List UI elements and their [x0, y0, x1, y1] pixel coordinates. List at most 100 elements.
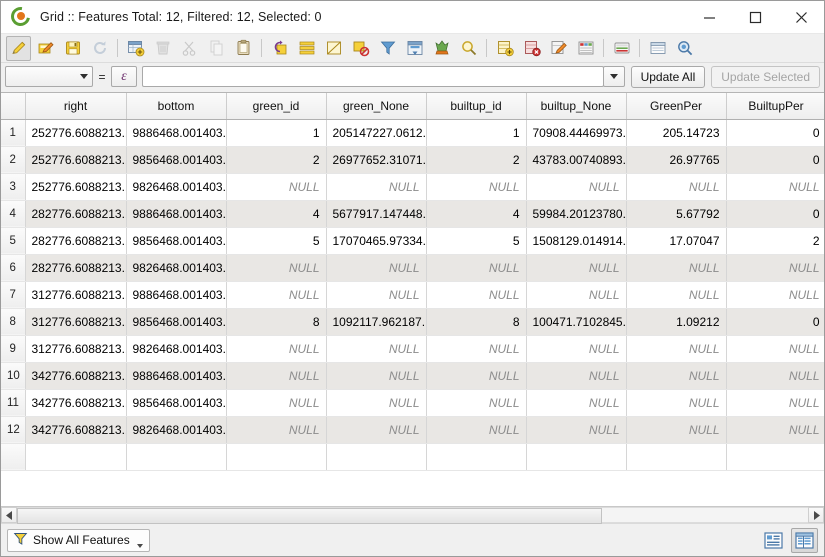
table-cell[interactable]: 252776.6088213...: [25, 173, 127, 201]
table-cell[interactable]: 252776.6088213...: [25, 119, 127, 147]
table-cell[interactable]: 9886468.001403...: [126, 119, 227, 147]
table-cell-null[interactable]: NULL: [626, 173, 727, 201]
delete-field-icon[interactable]: [150, 36, 175, 61]
table-cell[interactable]: 1092117.962187...: [326, 308, 427, 336]
table-view-toggle-button[interactable]: [791, 527, 818, 553]
table-cell[interactable]: 5: [426, 227, 527, 255]
table-cell-null[interactable]: NULL: [426, 281, 527, 309]
table-cell[interactable]: 312776.6088213...: [25, 281, 127, 309]
table-cell-null[interactable]: NULL: [526, 416, 627, 444]
row-number-cell[interactable]: 11: [1, 389, 26, 417]
select-all-icon[interactable]: [294, 36, 319, 61]
paste-features-icon[interactable]: [231, 36, 256, 61]
table-cell-null[interactable]: NULL: [426, 254, 527, 282]
maximize-button[interactable]: [732, 1, 778, 34]
table-cell-null[interactable]: NULL: [226, 362, 327, 390]
expression-builder-button[interactable]: ε: [111, 66, 137, 87]
minimize-button[interactable]: [686, 1, 732, 34]
table-cell[interactable]: 9826468.001403...: [126, 416, 227, 444]
table-cell[interactable]: 342776.6088213...: [25, 389, 127, 417]
scroll-left-arrow-icon[interactable]: [1, 507, 17, 523]
table-cell-null[interactable]: NULL: [326, 389, 427, 417]
table-cell-null[interactable]: NULL: [726, 254, 824, 282]
table-cell-null[interactable]: NULL: [326, 281, 427, 309]
table-cell[interactable]: 59984.20123780...: [526, 200, 627, 228]
new-field-icon[interactable]: [123, 36, 148, 61]
table-cell-null[interactable]: NULL: [726, 335, 824, 363]
form-view-toggle-button[interactable]: [760, 528, 787, 553]
table-cell-null[interactable]: NULL: [426, 362, 527, 390]
row-number-cell[interactable]: 3: [1, 173, 26, 201]
table-cell-null[interactable]: NULL: [426, 389, 527, 417]
pan-map-to-selection-icon[interactable]: [429, 36, 454, 61]
table-cell[interactable]: 0: [726, 308, 824, 336]
table-cell[interactable]: 4: [226, 200, 327, 228]
column-header-builtup-none[interactable]: builtup_None: [526, 93, 627, 120]
table-cell-null[interactable]: NULL: [526, 281, 627, 309]
conditional-formatting-icon[interactable]: [573, 36, 598, 61]
table-row[interactable]: 1 252776.6088213... 9886468.001403... 1 2051…: [1, 119, 824, 147]
table-row[interactable]: 3 252776.6088213... 9826468.001403... NULL N…: [1, 173, 824, 201]
table-cell[interactable]: 282776.6088213...: [25, 200, 127, 228]
table-row[interactable]: 6 282776.6088213... 9826468.001403... NULL N…: [1, 254, 824, 282]
table-cell-null[interactable]: NULL: [226, 335, 327, 363]
close-button[interactable]: [778, 1, 824, 34]
invert-selection-icon[interactable]: [267, 36, 292, 61]
column-header-greenper[interactable]: GreenPer: [626, 93, 727, 120]
table-cell[interactable]: 0: [726, 200, 824, 228]
move-selection-top-icon[interactable]: [402, 36, 427, 61]
form-view-icon[interactable]: [672, 36, 697, 61]
table-row[interactable]: 11 342776.6088213... 9856468.001403... NULL…: [1, 389, 824, 417]
table-cell-null[interactable]: NULL: [626, 389, 727, 417]
filter-features-icon[interactable]: [375, 36, 400, 61]
table-cell[interactable]: 5.67792: [626, 200, 727, 228]
organize-columns-icon[interactable]: [609, 36, 634, 61]
table-cell-null[interactable]: NULL: [626, 281, 727, 309]
attribute-table[interactable]: right bottom green_id green_None builtup…: [1, 92, 824, 506]
table-cell-null[interactable]: NULL: [326, 416, 427, 444]
add-feature-icon[interactable]: [492, 36, 517, 61]
table-cell[interactable]: 1.09212: [626, 308, 727, 336]
row-number-cell[interactable]: 5: [1, 227, 26, 255]
table-cell[interactable]: 1508129.014914...: [526, 227, 627, 255]
table-cell-null[interactable]: NULL: [426, 173, 527, 201]
scroll-right-arrow-icon[interactable]: [808, 507, 824, 523]
column-header-bottom[interactable]: bottom: [126, 93, 227, 120]
zoom-map-to-selection-icon[interactable]: [456, 36, 481, 61]
table-cell-null[interactable]: NULL: [326, 335, 427, 363]
save-edits-icon[interactable]: [33, 36, 58, 61]
row-number-cell[interactable]: 7: [1, 281, 26, 309]
column-header-right[interactable]: right: [25, 93, 127, 120]
table-cell-null[interactable]: NULL: [226, 173, 327, 201]
column-header-builtup-id[interactable]: builtup_id: [426, 93, 527, 120]
deselect-all-icon[interactable]: [321, 36, 346, 61]
table-cell[interactable]: 9886468.001403...: [126, 281, 227, 309]
table-cell-null[interactable]: NULL: [726, 281, 824, 309]
table-cell[interactable]: 2: [426, 146, 527, 174]
save-layer-edits-icon[interactable]: [60, 36, 85, 61]
horizontal-scrollbar[interactable]: [1, 506, 824, 524]
toggle-editing-icon[interactable]: [6, 35, 31, 61]
table-cell[interactable]: 9826468.001403...: [126, 254, 227, 282]
show-all-features-button[interactable]: Show All Features: [7, 528, 150, 552]
table-cell[interactable]: 2: [726, 227, 824, 255]
table-cell[interactable]: 0: [726, 119, 824, 147]
table-cell[interactable]: 312776.6088213...: [25, 335, 127, 363]
table-cell[interactable]: 9856468.001403...: [126, 308, 227, 336]
row-number-cell[interactable]: 8: [1, 308, 26, 336]
table-row[interactable]: 4 282776.6088213... 9886468.001403... 4 5677…: [1, 200, 824, 228]
table-cell[interactable]: 43783.00740893...: [526, 146, 627, 174]
table-row[interactable]: 8 312776.6088213... 9856468.001403... 8 1092…: [1, 308, 824, 336]
row-number-cell[interactable]: 9: [1, 335, 26, 363]
row-number-cell[interactable]: 2: [1, 146, 26, 174]
table-cell[interactable]: 9826468.001403...: [126, 335, 227, 363]
copy-features-icon[interactable]: [204, 36, 229, 61]
scrollbar-track[interactable]: [17, 507, 808, 524]
cut-features-icon[interactable]: [177, 36, 202, 61]
table-cell-null[interactable]: NULL: [526, 335, 627, 363]
row-number-cell[interactable]: 6: [1, 254, 26, 282]
table-cell-null[interactable]: NULL: [626, 416, 727, 444]
table-cell-null[interactable]: NULL: [726, 416, 824, 444]
scrollbar-thumb[interactable]: [17, 508, 603, 524]
column-header-builtupper[interactable]: BuiltupPer: [726, 93, 824, 120]
